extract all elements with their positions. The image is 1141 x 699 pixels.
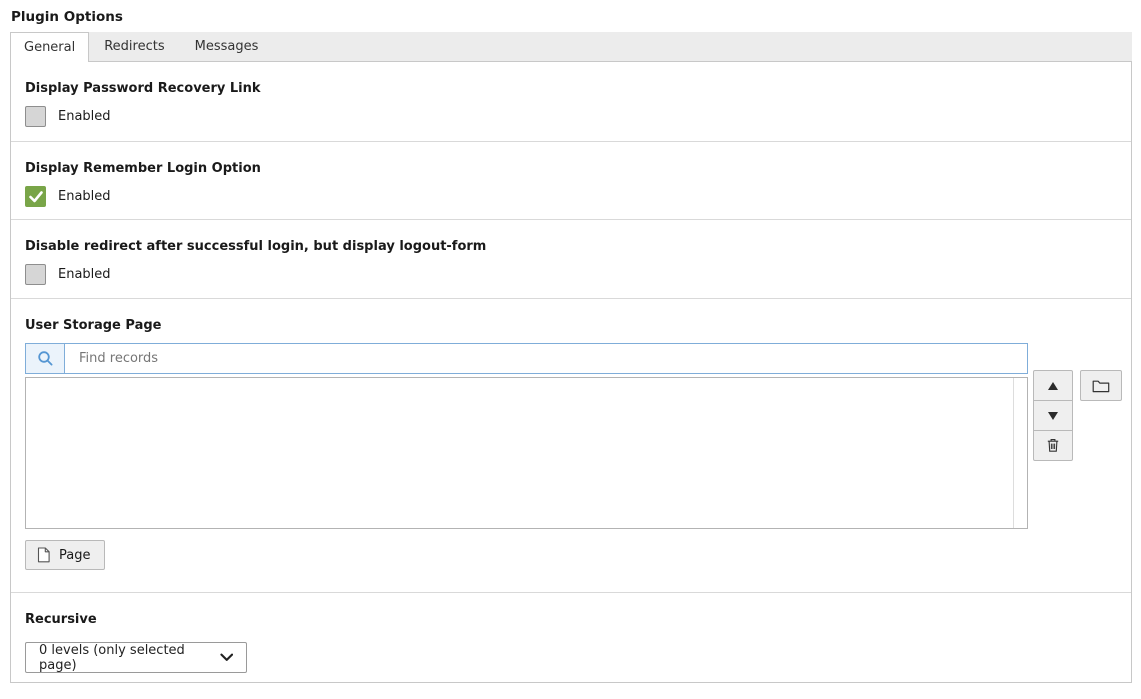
- list-control-buttons: [1033, 370, 1073, 461]
- search-icon-segment: [26, 344, 65, 373]
- listbox-scrollbar[interactable]: [1013, 378, 1027, 528]
- triangle-up-icon: [1047, 381, 1059, 391]
- recursive-selected-value: 0 levels (only selected page): [39, 643, 220, 673]
- tab-messages[interactable]: Messages: [180, 32, 274, 61]
- section-recursive: Recursive 0 levels (only selected page): [11, 593, 1131, 682]
- chevron-down-icon: [220, 653, 233, 662]
- checkmark-icon: [29, 191, 43, 203]
- checkbox-label: Enabled: [58, 189, 111, 204]
- find-records-input[interactable]: [65, 344, 1027, 373]
- tab-content-general: Display Password Recovery Link Enabled D…: [10, 62, 1132, 683]
- delete-button[interactable]: [1033, 430, 1073, 461]
- search-icon: [37, 350, 54, 367]
- section-password-recovery: Display Password Recovery Link Enabled: [11, 62, 1131, 142]
- section-remember-login: Display Remember Login Option Enabled: [11, 142, 1131, 220]
- field-label: Display Password Recovery Link: [25, 81, 1117, 96]
- tab-bar: General Redirects Messages: [10, 32, 1132, 62]
- checkbox-label: Enabled: [58, 109, 111, 124]
- plugin-options-panel: General Redirects Messages Display Passw…: [10, 32, 1132, 683]
- add-page-record-button[interactable]: Page: [25, 540, 105, 570]
- storage-page-listbox[interactable]: [25, 377, 1028, 529]
- move-up-button[interactable]: [1033, 370, 1073, 401]
- trash-icon: [1045, 437, 1061, 454]
- field-label: Display Remember Login Option: [25, 161, 1117, 176]
- checkbox-label: Enabled: [58, 267, 111, 282]
- move-down-button[interactable]: [1033, 400, 1073, 431]
- record-search-group: [25, 343, 1028, 374]
- password-recovery-checkbox[interactable]: [25, 106, 46, 127]
- field-label: User Storage Page: [25, 318, 1117, 333]
- browse-records-button[interactable]: [1080, 370, 1122, 401]
- field-label: Recursive: [25, 612, 1117, 627]
- remember-login-checkbox[interactable]: [25, 186, 46, 207]
- page-icon: [37, 547, 50, 563]
- folder-icon: [1092, 379, 1110, 393]
- section-disable-redirect: Disable redirect after successful login,…: [11, 220, 1131, 299]
- section-user-storage-page: User Storage Page: [11, 299, 1131, 593]
- page-title: Plugin Options: [11, 9, 1141, 25]
- recursive-select[interactable]: 0 levels (only selected page): [25, 642, 247, 673]
- page-button-label: Page: [59, 548, 90, 563]
- disable-redirect-checkbox[interactable]: [25, 264, 46, 285]
- tab-general[interactable]: General: [10, 32, 89, 62]
- field-label: Disable redirect after successful login,…: [25, 239, 1117, 254]
- tab-redirects[interactable]: Redirects: [89, 32, 179, 61]
- triangle-down-icon: [1047, 411, 1059, 421]
